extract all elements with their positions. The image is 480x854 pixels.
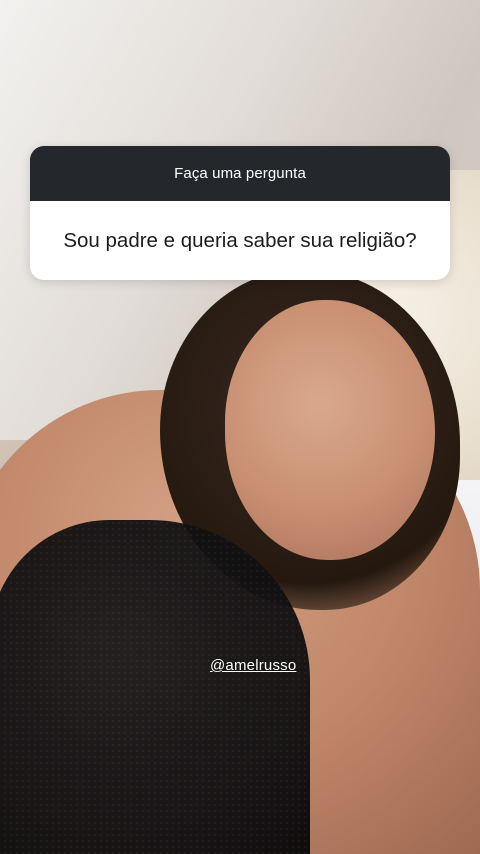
question-sticker-text: Sou padre e queria saber sua religião?: [30, 201, 450, 280]
story-view[interactable]: Faça uma pergunta Sou padre e queria sab…: [0, 0, 480, 854]
mention-tag[interactable]: @amelrusso: [210, 657, 296, 674]
question-sticker[interactable]: Faça uma pergunta Sou padre e queria sab…: [30, 146, 450, 280]
photo-person-clothing: [0, 520, 310, 854]
photo-person-face: [225, 300, 435, 560]
question-sticker-header: Faça uma pergunta: [30, 146, 450, 201]
